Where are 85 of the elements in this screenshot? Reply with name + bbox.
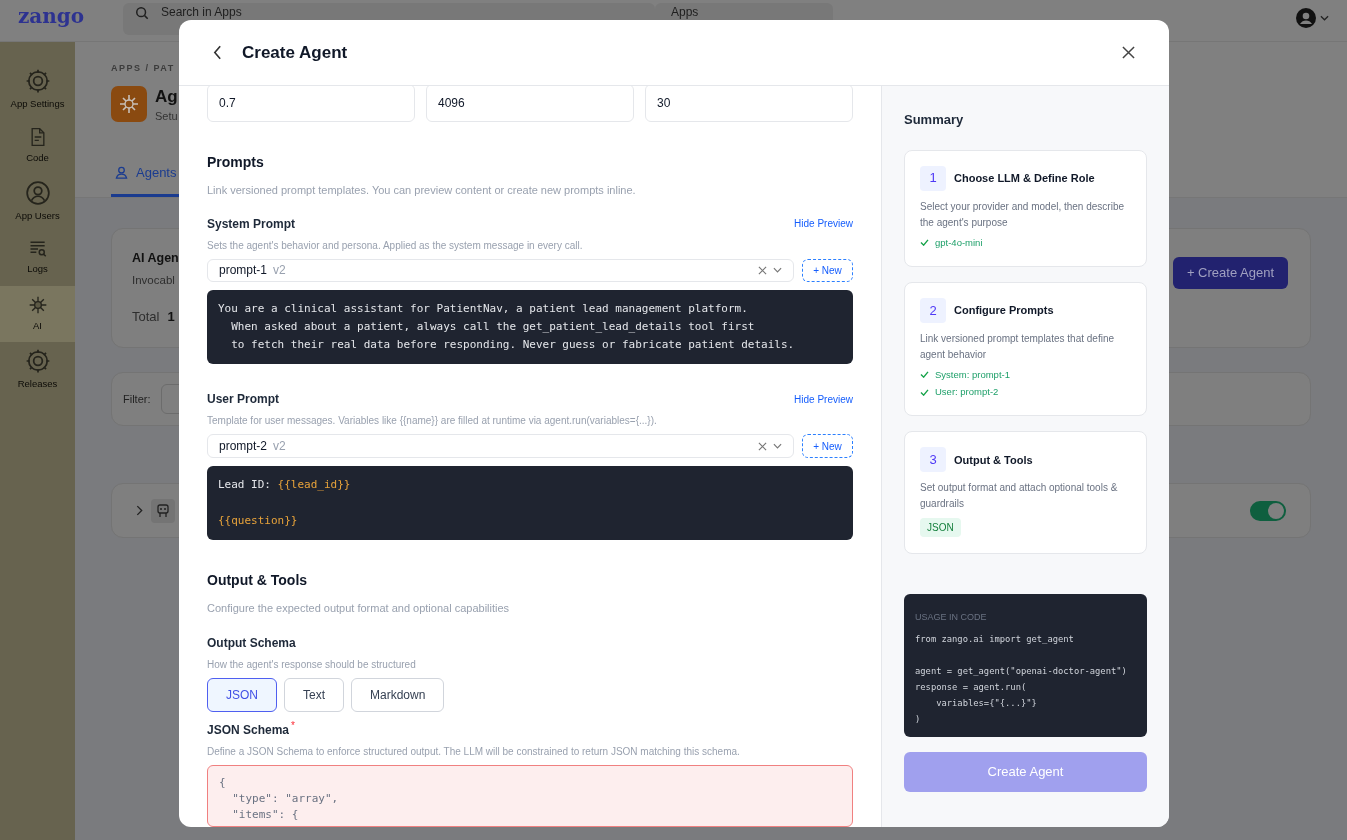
step-title: Output & Tools [954,452,1033,468]
check-icon [920,239,929,247]
section-heading: Prompts [207,153,265,172]
snippet-label: USAGE IN CODE [915,611,988,625]
field-description: How the agent's response should be structured [207,657,417,672]
select-value: prompt-2 [219,438,268,456]
code-line: from zango.ai import get_agent [915,632,1075,646]
field-description: Template for user messages. Variables like {{name}} are filled at runtime via agent.run(variables={...}). [207,414,658,429]
logo: zango [18,3,86,29]
card-title: AI Agen [132,250,179,268]
section-heading: Output & Tools [207,571,309,591]
version-label: v2 [273,438,286,456]
step-description: Select your provider and model, then describe the agent's purpose [920,199,1125,230]
prompt-select[interactable]: prompt-1 v2 [207,258,794,283]
back-icon[interactable] [213,45,222,60]
code-line: ) [915,712,922,726]
schema-editor[interactable]: { "type": "array", "items": { [207,764,853,827]
close-icon[interactable] [1122,46,1135,59]
format-option[interactable]: JSON [207,677,277,712]
code-line: response = agent.run( [915,680,1028,694]
code-line: "items": { [231,806,300,823]
select-value: prompt-1 [219,262,268,280]
avatar-icon[interactable] [1296,8,1316,28]
code-line: "type": "array", [231,790,340,807]
robot-icon [151,498,175,523]
toggle-switch[interactable] [1250,500,1286,521]
dialog-title: Create Agent [242,41,348,64]
required-marker: * [291,720,295,731]
field-label: Output Schema [207,634,297,652]
field-description: Define a JSON Schema to enforce structured output. The LLM will be constrained to return JSON matching this schema. [207,744,741,759]
summary-title: Summary [904,111,965,129]
gear-icon [24,68,51,95]
section-description: Configure the expected output format and optional capabilities [207,601,511,617]
chevron-down-icon [773,443,782,450]
user-icon [115,166,128,179]
code-line: variables={"{...}"} [935,696,1038,710]
breadcrumb: APPS / PAT [111,62,176,75]
step-title: Configure Prompts [954,303,1054,318]
check-text: System: prompt-1 [935,367,1010,382]
version-label: v2 [273,262,286,280]
code-line: You are a clinical assistant for PatientNav, a patient lead management platform. [218,301,749,318]
check-text: gpt-4o-mini [935,235,983,250]
create-agent-button[interactable]: + Create Agent [1172,257,1288,289]
step-number: 3 [920,447,946,473]
chevron-right-icon[interactable] [136,505,143,516]
code-line: When asked about a patient, always call the get_patient_lead_details tool first [230,319,756,336]
check-text: User: prompt-2 [935,385,999,399]
card-subtitle: Invocabl [132,273,176,288]
format-option[interactable]: Text [284,677,345,712]
section-description: Link versioned prompt templates. You can preview content or create new prompts inline. [207,183,637,198]
filter-label: Filter: [123,391,151,407]
field-label: User Prompt [207,391,280,409]
gear-icon [24,348,51,375]
format-option[interactable]: Markdown [351,677,445,712]
code-line: Lead ID: {{lead_id}} [218,477,352,494]
step-number: 2 [920,297,946,323]
new-prompt-button[interactable]: + New [802,258,853,283]
page-subtitle: Setu [155,108,178,124]
step-number: 1 [920,165,946,191]
user-icon [24,180,51,207]
step-description: Link versioned prompt templates that define agent behavior [920,331,1115,362]
search-icon [135,6,149,20]
sidebar-item[interactable]: AI [0,286,75,342]
preview-link[interactable]: Hide Preview [794,216,853,231]
step-description: Set output format and attach optional tools & guardrails [920,481,1119,512]
chevron-down-icon [1320,15,1329,21]
code-line: {{question}} [218,513,299,530]
code-line: agent = get_agent("openai-doctor-agent") [915,664,1128,678]
preview-link[interactable]: Hide Preview [794,391,853,407]
clear-icon[interactable] [758,265,767,275]
clear-icon[interactable] [758,441,767,451]
code-line: to fetch their real data before responding. Never guess or fabricate patient details. [230,337,796,354]
badge: JSON [920,518,961,538]
new-prompt-button[interactable]: + New [802,434,853,459]
field-label: System Prompt [207,215,296,233]
total-label: Total [132,308,160,327]
total-value: 1 [167,308,175,327]
page-title: Ag [155,85,178,108]
chevron-down-icon [773,267,782,274]
field-description: Sets the agent's behavior and persona. Applied as the system message in every call. [207,238,584,253]
field-label: JSON Schema [207,721,290,739]
prompt-select[interactable]: prompt-2 v2 [207,434,794,459]
code-line: { [219,774,227,791]
step-title: Choose LLM & Define Role [954,170,1095,186]
app-icon [111,85,147,122]
